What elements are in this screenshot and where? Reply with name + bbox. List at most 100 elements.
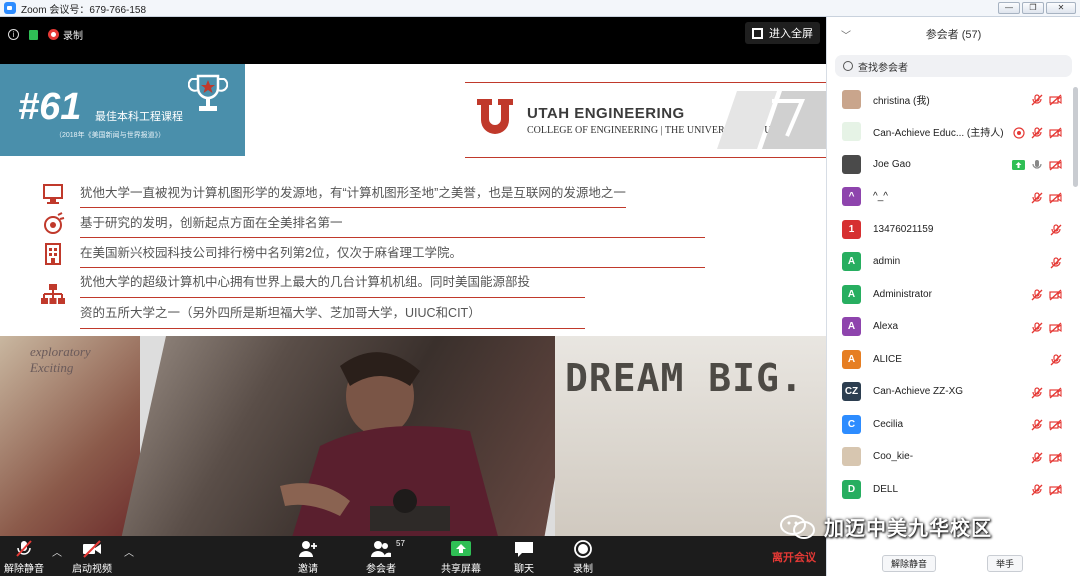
participant-row[interactable]: A Alexa [827,311,1080,344]
cam-off-icon[interactable] [1049,418,1062,436]
unmute-me-button[interactable]: 解除静音 [882,554,937,572]
avatar [842,89,861,109]
panel-footer: 解除静音 举手 [827,550,1080,576]
collapse-chevron-icon[interactable]: ﹀ [841,27,851,42]
maximize-button[interactable]: ❐ [1022,2,1044,14]
avatar [842,122,861,142]
participant-list: christina (我) Can-Achieve Educ... (主持人) Jo… [827,83,1080,506]
mic-off-icon[interactable] [1031,288,1043,306]
participant-status-icons [1031,451,1062,469]
participant-row[interactable]: 1 13476021159 [827,213,1080,246]
bullet-item [40,282,80,308]
mic-off-icon[interactable] [1031,93,1043,111]
mic-off-icon[interactable] [1031,126,1043,144]
campus-photo-strip: exploratoryExciting DREAM BIG. CH [0,336,826,544]
computer-icon [43,183,63,204]
mic-off-icon[interactable] [1031,321,1043,339]
share-screen-button[interactable]: 共享屏幕 [441,540,481,575]
panel-header: ﹀ 参会者 (57) [827,17,1080,51]
invite-button[interactable]: 邀请 [298,540,318,575]
participant-name: Joe Gao [873,158,911,170]
fullscreen-button[interactable]: 进入全屏 [745,22,820,44]
rank-number: #61 [18,86,82,128]
research-icon [44,211,65,234]
close-button[interactable]: ✕ [1046,2,1076,14]
video-options-chevron-icon[interactable]: ︿ [124,544,134,559]
participant-row[interactable]: A Administrator [827,278,1080,311]
participant-status-icons [1050,223,1062,241]
participant-name: Alexa [873,321,899,333]
network-icon [41,284,65,304]
utah-engineering-title: UTAH ENGINEERING [527,105,685,122]
avatar: C [842,414,861,434]
avatar: D [842,479,861,499]
university-of-utah-logo-icon [477,99,513,134]
avatar: CZ [842,382,861,402]
bullet-item: 犹他大学一直被视为计算机图形学的发源地，有“计算机图形圣地”之美誉，也是互联网的… [40,179,626,208]
cam-off-icon[interactable] [1049,126,1062,144]
engineer-photo [120,336,580,544]
cam-off-icon[interactable] [1049,93,1062,111]
recording-icon [48,29,59,40]
rank-subtitle: （2018年《美国新闻与世界报道》） [55,132,166,139]
sharing-icon[interactable] [1012,158,1025,176]
participant-row[interactable]: ^ ^_^ [827,181,1080,214]
participant-row[interactable]: Joe Gao [827,148,1080,181]
leave-meeting-button[interactable]: 离开会议 [772,549,816,565]
bullet-item: 基于研究的发明，创新起点方面在全美排名第一 [40,209,705,238]
lock-icon[interactable] [29,29,38,40]
participant-list-scrollbar[interactable] [1073,87,1078,187]
cam-off-icon[interactable] [1049,451,1062,469]
participants-button[interactable]: 参会者 [366,540,396,575]
mic-off-icon[interactable] [1031,483,1043,501]
mic-off-icon[interactable] [1031,191,1043,209]
participant-row[interactable]: Coo_kie- [827,441,1080,474]
minimize-button[interactable]: — [998,2,1020,14]
participant-name: ^_^ [873,191,888,203]
record-icon [574,540,592,558]
info-icon[interactable]: i [8,29,19,40]
mic-off-icon[interactable] [1050,223,1062,241]
bullet-text-line: 犹他大学的超级计算机中心拥有世界上最大的几台计算机机组。同时美国能源部投 [80,267,585,298]
participant-row[interactable]: C Cecilia [827,408,1080,441]
cam-off-icon[interactable] [1049,321,1062,339]
invite-label: 邀请 [298,564,318,575]
cam-off-icon[interactable] [1049,288,1062,306]
record-button[interactable]: 录制 [573,540,593,575]
share-screen-icon [451,541,471,556]
mic-icon[interactable] [1031,158,1043,176]
raise-hand-button[interactable]: 举手 [987,554,1024,572]
mic-off-icon[interactable] [1050,353,1062,371]
start-video-button[interactable]: 启动视频 [72,540,112,575]
participant-search-input[interactable]: 查找参会者 [835,55,1072,77]
audio-options-chevron-icon[interactable]: ︿ [52,544,62,559]
unmute-label: 解除静音 [4,564,44,575]
cam-off-icon[interactable] [1049,158,1062,176]
mic-off-icon[interactable] [1031,386,1043,404]
participant-row[interactable]: D DELL [827,473,1080,506]
cam-off-icon[interactable] [1049,386,1062,404]
participant-row[interactable]: christina (我) [827,83,1080,116]
chat-button[interactable]: 聊天 [514,540,534,575]
avatar: A [842,317,861,337]
participant-status-icons [1050,353,1062,371]
participants-panel: ﹀ 参会者 (57) 查找参会者 christina (我) Can-Achiev… [826,17,1080,576]
bullet-text: 犹他大学一直被视为计算机图形学的发源地，有“计算机图形圣地”之美誉，也是互联网的… [80,179,626,208]
mic-off-icon[interactable] [1050,256,1062,274]
bullet-item: 在美国新兴校园科技公司排行榜中名列第2位，仅次于麻省理工学院。 [40,239,705,268]
screen-share-icon[interactable] [1013,126,1025,144]
participant-status-icons [1031,191,1062,209]
mic-off-icon[interactable] [1031,418,1043,436]
meeting-info-bar: i 录制 [8,27,83,42]
mic-off-icon[interactable] [1031,451,1043,469]
participant-row[interactable]: Aadmin [827,246,1080,279]
unmute-button[interactable]: 解除静音 [4,540,44,575]
participant-row[interactable]: Can-Achieve Educ... (主持人) [827,116,1080,149]
cam-off-icon[interactable] [1049,191,1062,209]
title-bar: Zoom 会议号：679-766-158 — ❐ ✕ [0,0,1080,17]
meeting-view: i 录制 进入全屏 #61 最佳本科工程课程 （2018年《美国新闻与世界报道》… [0,17,826,544]
cam-off-icon[interactable] [1049,483,1062,501]
fullscreen-label: 进入全屏 [769,28,813,40]
participant-row[interactable]: CZ Can-Achieve ZZ-XG [827,376,1080,409]
participant-row[interactable]: A ALICE [827,343,1080,376]
